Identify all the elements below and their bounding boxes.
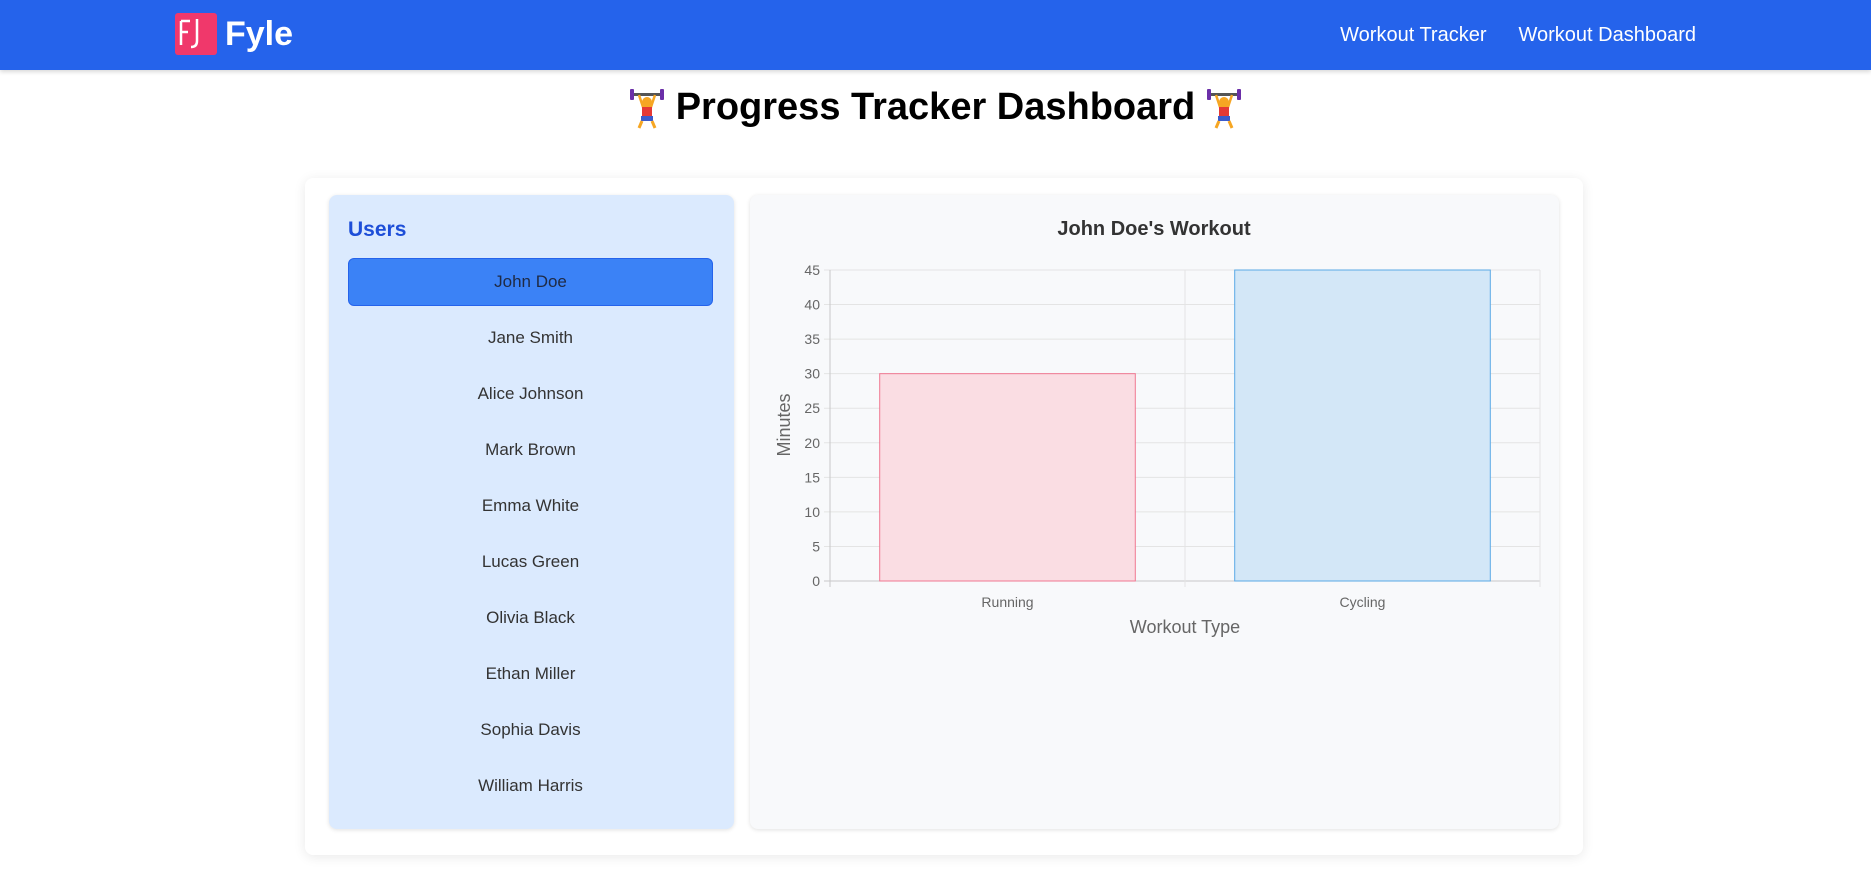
y-tick-label: 5: [812, 538, 820, 554]
user-item-olivia-black[interactable]: Olivia Black: [348, 594, 713, 642]
x-axis-label: Workout Type: [1130, 617, 1240, 637]
page-title-row: Progress Tracker Dashboard: [0, 86, 1871, 129]
user-item-john-doe[interactable]: John Doe: [348, 258, 713, 306]
user-item-jane-smith[interactable]: Jane Smith: [348, 314, 713, 362]
page-title: Progress Tracker Dashboard: [675, 86, 1196, 128]
users-heading: Users: [348, 218, 407, 241]
y-axis-label: Minutes: [774, 393, 794, 456]
user-item-lucas-green[interactable]: Lucas Green: [348, 538, 713, 586]
x-tick-label: Running: [981, 594, 1033, 610]
chart-panel: John Doe's Workout 0 5 10 15 20 25 30 35 40 45 Ru…: [750, 195, 1559, 829]
fyle-logo-icon: [175, 13, 217, 55]
nav-link-workout-dashboard[interactable]: Workout Dashboard: [1519, 24, 1697, 47]
y-tick-label: 0: [812, 573, 820, 589]
top-navbar: Fyle Workout Tracker Workout Dashboard: [0, 0, 1871, 70]
user-item-william-harris[interactable]: William Harris: [348, 762, 713, 810]
y-tick-label: 45: [804, 262, 820, 278]
user-item-ethan-miller[interactable]: Ethan Miller: [348, 650, 713, 698]
user-list: John Doe Jane Smith Alice Johnson Mark B…: [348, 258, 713, 818]
y-tick-label: 10: [804, 504, 820, 520]
user-item-sophia-davis[interactable]: Sophia Davis: [348, 706, 713, 754]
users-panel: Users John Doe Jane Smith Alice Johnson …: [329, 195, 734, 829]
brand-name: Fyle: [225, 14, 294, 53]
bar-running[interactable]: [879, 373, 1136, 582]
logo-glyph: [179, 19, 199, 49]
brand[interactable]: Fyle: [175, 13, 293, 55]
user-item-emma-white[interactable]: Emma White: [348, 482, 713, 530]
bar-cycling[interactable]: [1234, 269, 1491, 582]
y-tick-label: 20: [804, 435, 820, 451]
workout-bar-chart: John Doe's Workout 0 5 10 15 20 25 30 35 40 45 Ru…: [774, 218, 1541, 637]
user-item-mark-brown[interactable]: Mark Brown: [348, 426, 713, 474]
user-item-alice-johnson[interactable]: Alice Johnson: [348, 370, 713, 418]
nav-link-workout-tracker[interactable]: Workout Tracker: [1340, 24, 1486, 47]
nav-links: Workout Tracker Workout Dashboard: [1340, 0, 1696, 70]
y-axis-ticks: 0 5 10 15 20 25 30 35 40 45: [804, 262, 820, 589]
y-tick-label: 35: [804, 331, 820, 347]
weight-lifter-icon: [629, 88, 664, 129]
y-tick-label: 25: [804, 400, 820, 416]
y-tick-label: 40: [804, 297, 820, 313]
chart-title: John Doe's Workout: [1057, 218, 1251, 240]
weight-lifter-icon: [1207, 88, 1242, 129]
y-tick-label: 30: [804, 366, 820, 382]
x-tick-label: Cycling: [1340, 594, 1386, 610]
x-axis-ticks: Running Cycling: [981, 594, 1385, 610]
y-tick-label: 15: [804, 469, 820, 485]
